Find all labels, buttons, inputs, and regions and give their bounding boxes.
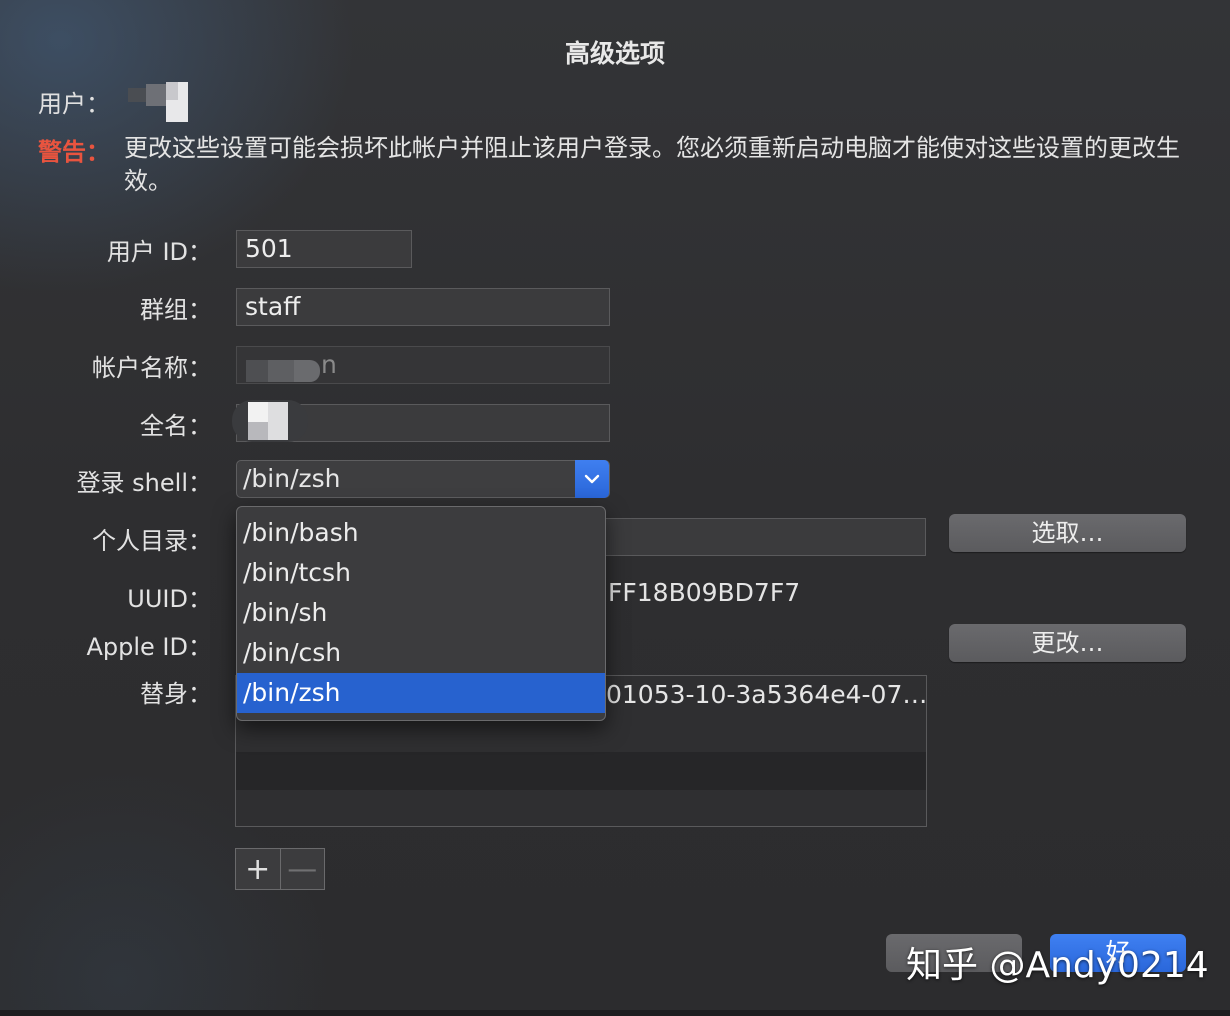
apple-id-label: Apple ID： [86,633,212,661]
menu-item-zsh[interactable]: /bin/zsh [237,673,605,713]
list-item-empty [236,790,926,828]
full-name-redacted [232,400,308,442]
menu-item-bash[interactable]: /bin/bash [237,513,605,553]
group-field[interactable]: staff [236,288,610,326]
uuid-label: UUID： [127,585,212,613]
user-label: 用户： [38,90,110,118]
add-button[interactable]: + [236,849,280,889]
user-name-redacted [128,82,190,122]
user-id-field[interactable]: 501 [236,230,412,268]
account-name-label: 帐户名称： [92,354,212,382]
window-bottom-edge [0,1010,1230,1016]
list-item-empty [236,752,926,790]
login-shell-select[interactable]: /bin/zsh [236,460,610,498]
change-button[interactable]: 更改… [949,624,1186,662]
menu-item-sh[interactable]: /bin/sh [237,593,605,633]
dialog-title: 高级选项 [564,39,665,68]
remove-button[interactable]: — [279,849,325,889]
alias-add-remove-control: + — [235,848,325,890]
account-name-redacted [246,360,326,384]
warning-text: 更改这些设置可能会损坏此帐户并阻止该用户登录。您必须重新启动电脑才能使对这些设置… [124,134,1180,195]
user-id-label: 用户 ID： [106,238,212,266]
login-shell-value: /bin/zsh [243,464,341,493]
full-name-label: 全名： [140,412,212,440]
advanced-options-dialog: 高级选项 用户： 警告： 更改这些设置可能会损坏此帐户并阻止该用户登录。您必须重… [0,0,1230,1016]
menu-item-tcsh[interactable]: /bin/tcsh [237,553,605,593]
home-dir-label: 个人目录： [92,527,212,555]
login-shell-label: 登录 shell： [76,469,212,497]
watermark: 知乎 @Andy0214 [906,945,1209,986]
chevron-down-icon[interactable] [575,460,609,498]
group-label: 群组： [140,296,212,324]
alias-label: 替身： [140,680,212,708]
choose-button[interactable]: 选取… [949,514,1186,552]
uuid-value: FF18B09BD7F7 [608,578,801,607]
login-shell-menu: /bin/bash /bin/tcsh /bin/sh /bin/csh /bi… [236,506,606,721]
warning-label: 警告： [38,138,110,166]
menu-item-csh[interactable]: /bin/csh [237,633,605,673]
